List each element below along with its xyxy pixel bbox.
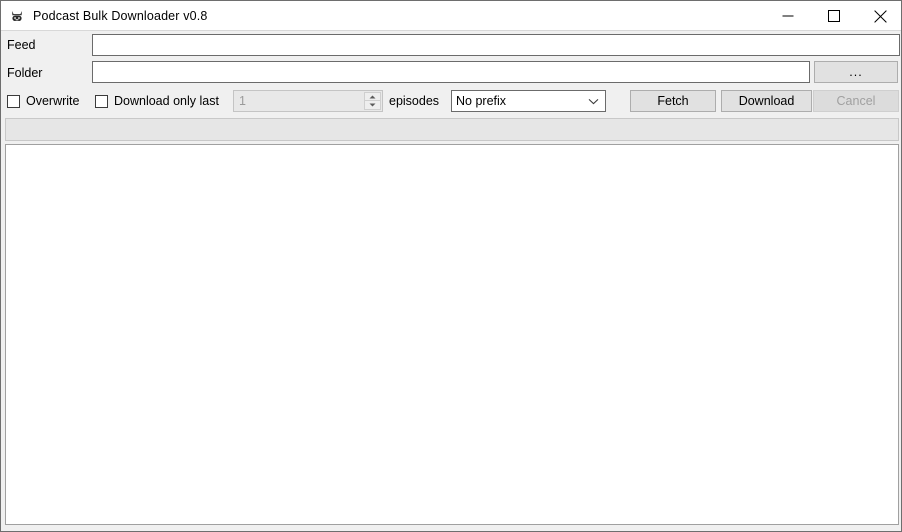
stepper-arrows <box>364 92 381 110</box>
episode-count-increment-button[interactable] <box>364 92 381 101</box>
fetch-button[interactable]: Fetch <box>630 90 716 112</box>
browse-folder-button[interactable]: ... <box>814 61 898 83</box>
cancel-button: Cancel <box>813 90 899 112</box>
title-bar: Podcast Bulk Downloader v0.8 <box>1 1 901 31</box>
window-title: Podcast Bulk Downloader v0.8 <box>33 8 208 23</box>
feed-label: Feed <box>7 38 36 52</box>
episode-count-decrement-button[interactable] <box>364 101 381 110</box>
episodes-unit-label: episodes <box>389 94 440 108</box>
prefix-selected-value: No prefix <box>456 94 507 108</box>
overwrite-checkbox[interactable]: Overwrite <box>7 91 79 111</box>
prefix-select[interactable]: No prefix <box>451 90 606 112</box>
folder-input[interactable] <box>92 61 810 83</box>
checkbox-box <box>95 94 108 108</box>
folder-label: Folder <box>7 66 43 80</box>
checkbox-box <box>7 94 20 108</box>
download-only-last-checkbox[interactable]: Download only last <box>95 91 219 111</box>
overwrite-label: Overwrite <box>26 94 80 108</box>
episode-list[interactable] <box>5 144 899 525</box>
close-icon <box>873 9 887 23</box>
minimize-button[interactable] <box>765 1 811 31</box>
spinner-up-icon <box>369 95 376 99</box>
window-controls <box>765 1 901 31</box>
close-button[interactable] <box>857 1 901 31</box>
chevron-down-icon <box>581 98 605 105</box>
episode-count-stepper[interactable]: 1 <box>233 90 383 112</box>
episode-count-value[interactable]: 1 <box>234 91 364 111</box>
download-button[interactable]: Download <box>721 90 812 112</box>
download-only-last-label: Download only last <box>114 94 219 108</box>
feed-input[interactable] <box>92 34 900 56</box>
application-window: Podcast Bulk Downloader v0.8 Feed Folder… <box>0 0 902 532</box>
app-logo-icon <box>9 8 25 24</box>
spinner-down-icon <box>369 103 376 107</box>
maximize-icon <box>828 10 840 22</box>
maximize-button[interactable] <box>811 1 857 31</box>
minimize-icon <box>782 10 794 22</box>
download-progress-bar <box>5 118 899 141</box>
